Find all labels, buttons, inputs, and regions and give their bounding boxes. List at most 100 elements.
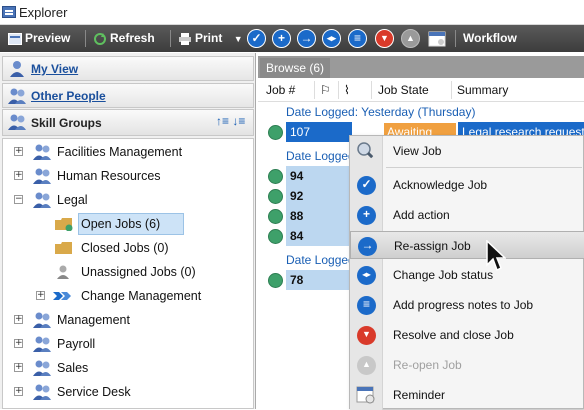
tree-item-payroll[interactable]: + Payroll [3, 333, 253, 355]
arrow-right-icon: → [300, 31, 313, 45]
tree-item-label: Closed Jobs (0) [81, 241, 169, 255]
toolbar-separator [455, 30, 456, 47]
print-label: Print [195, 31, 223, 45]
change-status-toolbar-button[interactable]: ◂▸ [322, 29, 341, 48]
tree-item-facilities-management[interactable]: + Facilities Management [3, 141, 253, 163]
job-number: 78 [286, 270, 352, 290]
attachment-column-icon[interactable]: ⌇ [344, 83, 350, 97]
tree-item-label: Sales [57, 361, 89, 375]
chevron-down-icon: ▼ [380, 33, 389, 43]
view-job-icon [357, 142, 375, 160]
tree-item-label: Human Resources [57, 169, 161, 183]
other-people-label: Other People [31, 89, 106, 103]
other-people-button[interactable]: Other People [2, 83, 254, 108]
group-header-date-logged[interactable]: Date Logged [286, 253, 355, 269]
expand-icon[interactable]: + [14, 147, 23, 156]
print-icon [179, 32, 191, 45]
workflow-arrows-icon [53, 292, 71, 300]
skill-group-tree: + Facilities Management + Human Resource… [2, 138, 254, 409]
tree-item-service-desk[interactable]: + Service Desk [3, 381, 253, 403]
group-icon [33, 360, 51, 376]
refresh-button[interactable]: Refresh [93, 25, 155, 52]
resolve-toolbar-button[interactable]: ▼ [375, 29, 394, 48]
tree-item-closed-jobs[interactable]: Closed Jobs (0) [3, 237, 253, 259]
tree-item-legal[interactable]: − Legal [3, 189, 253, 211]
job-number: 88 [286, 206, 352, 226]
notes-icon: ≡ [357, 296, 376, 315]
open-folder-icon [55, 218, 73, 231]
flag-column-icon[interactable]: ⚐ [320, 83, 331, 97]
tree-item-label: Service Desk [57, 385, 131, 399]
refresh-icon [94, 32, 106, 45]
tree-item-label: Change Management [81, 289, 202, 303]
expand-icon[interactable]: + [14, 363, 23, 372]
tree-item-change-management[interactable]: + Change Management [3, 285, 253, 307]
status-arrows-icon: ◂▸ [326, 33, 337, 43]
job-context-menu: View Job ✓ Acknowledge Job + Add action … [349, 135, 584, 410]
tree-item-label: Management [57, 313, 130, 327]
menu-item-label: View Job [393, 144, 442, 158]
check-icon: ✓ [251, 31, 262, 45]
skill-groups-header[interactable]: Skill Groups ↑≡ ↓≡ [2, 109, 254, 136]
group-header-date-logged[interactable]: Date Logged [286, 149, 355, 165]
group-header-yesterday[interactable]: Date Logged: Yesterday (Thursday) [286, 105, 475, 121]
group-icon [33, 168, 51, 184]
menu-item-reassign-job[interactable]: → Re-assign Job [350, 231, 584, 259]
column-header-summary[interactable]: Summary [457, 83, 508, 97]
my-view-label: My View [31, 62, 79, 76]
menu-item-add-progress-notes[interactable]: ≡ Add progress notes to Job [350, 291, 584, 319]
print-button[interactable]: Print ▼ [178, 25, 243, 52]
expand-icon[interactable]: + [14, 315, 23, 324]
job-number: 107 [286, 122, 352, 142]
menu-item-view-job[interactable]: View Job [350, 137, 584, 165]
tab-strip: Browse (6) [258, 56, 584, 78]
acknowledge-icon: ✓ [357, 176, 376, 195]
tree-item-open-jobs[interactable]: Open Jobs (6) [3, 213, 253, 235]
reopen-toolbar-button[interactable]: ▲ [401, 29, 420, 48]
menu-item-label: Change Job status [393, 268, 494, 282]
collapse-icon[interactable]: − [14, 195, 23, 204]
menu-item-reminder[interactable]: Reminder [350, 381, 584, 409]
workflow-button[interactable]: Workflow [463, 25, 517, 52]
tab-browse[interactable]: Browse (6) [260, 58, 331, 78]
expand-icon[interactable]: + [36, 291, 45, 300]
reassign-toolbar-button[interactable]: → [297, 29, 316, 48]
window-title: Explorer [19, 5, 68, 20]
title-bar: Explorer [0, 0, 584, 25]
sort-icon[interactable]: ↑≡ ↓≡ [216, 114, 245, 128]
users-icon [8, 88, 26, 104]
tree-item-human-resources[interactable]: + Human Resources [3, 165, 253, 187]
skill-group-icon [8, 114, 26, 130]
status-dot-icon [268, 229, 283, 244]
menu-item-label: Resolve and close Job [393, 328, 514, 342]
menu-item-resolve-close-job[interactable]: ▼ Resolve and close Job [350, 321, 584, 349]
my-view-button[interactable]: My View [2, 56, 254, 81]
tree-item-unassigned-jobs[interactable]: Unassigned Jobs (0) [3, 261, 253, 283]
left-navigation-pane: My View Other People Skill Groups ↑≡ ↓≡ … [0, 53, 256, 409]
user-icon [10, 61, 24, 77]
expand-icon[interactable]: + [14, 387, 23, 396]
chevron-down-icon[interactable]: ▼ [234, 34, 243, 44]
column-divider [338, 81, 339, 99]
menu-item-reopen-job[interactable]: ▲ Re-open Job [350, 351, 584, 379]
menu-item-add-action[interactable]: + Add action [350, 201, 584, 229]
tree-item-label: Open Jobs (6) [81, 217, 161, 231]
group-icon [33, 192, 51, 208]
notes-toolbar-button[interactable]: ≡ [348, 29, 367, 48]
preview-button[interactable]: Preview [8, 25, 70, 52]
expand-icon[interactable]: + [14, 339, 23, 348]
status-dot-icon [268, 209, 283, 224]
column-header-job-number[interactable]: Job # [266, 83, 295, 97]
add-action-toolbar-button[interactable]: + [272, 29, 291, 48]
tree-item-management[interactable]: + Management [3, 309, 253, 331]
plus-icon: + [277, 31, 285, 45]
column-header-job-state[interactable]: Job State [378, 83, 429, 97]
menu-item-change-job-status[interactable]: ◂▸ Change Job status [350, 261, 584, 289]
status-dot-icon [268, 273, 283, 288]
reminder-toolbar-button[interactable] [428, 30, 446, 47]
acknowledge-toolbar-button[interactable]: ✓ [247, 29, 266, 48]
menu-item-acknowledge-job[interactable]: ✓ Acknowledge Job [350, 171, 584, 199]
tree-item-sales[interactable]: + Sales [3, 357, 253, 379]
tree-item-label: Legal [57, 193, 88, 207]
expand-icon[interactable]: + [14, 171, 23, 180]
